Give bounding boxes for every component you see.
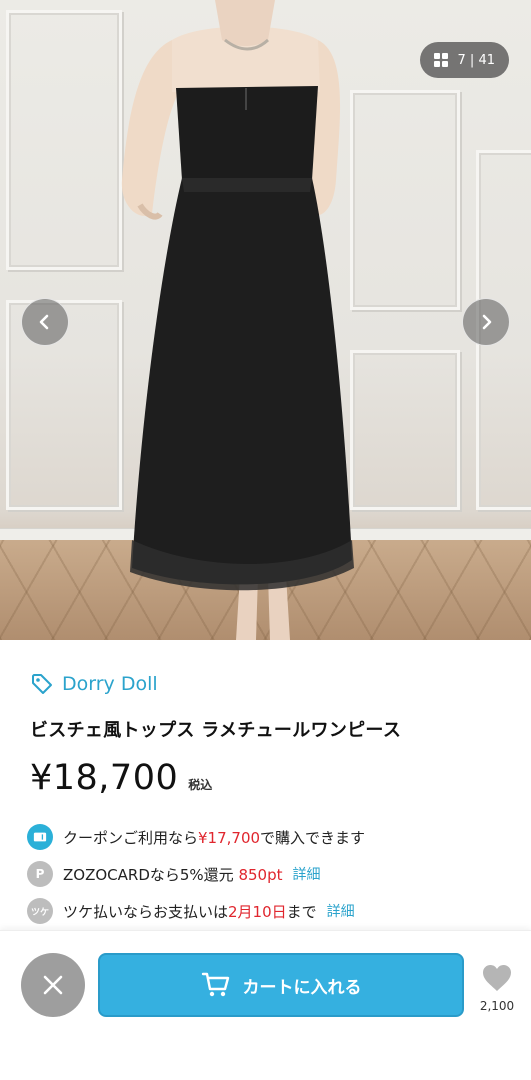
price-row: ¥18,700 税込 [30,758,212,798]
add-to-cart-label: カートに入れる [242,977,362,998]
coupon-benefit[interactable]: クーポンご利用なら¥17,700で購入できます [27,824,365,850]
zozocard-text: ZOZOCARDなら5%還元 850pt [63,865,283,884]
product-info: Dorry Doll ビスチェ風トップス ラメチュールワンピース ¥18,700… [0,640,531,930]
tag-icon [32,674,52,694]
close-icon [43,975,63,995]
image-counter-text: 7 | 41 [457,52,495,68]
close-button[interactable] [21,953,85,1017]
brand-name: Dorry Doll [62,673,158,695]
favorite-count: 2,100 [479,999,515,1013]
favorite-button[interactable]: 2,100 [475,963,519,1013]
chevron-left-icon [39,314,49,330]
points-icon: P [27,861,53,887]
bottom-action-bar: カートに入れる 2,100 [0,930,531,1080]
product-price: ¥18,700 [30,758,179,798]
chevron-right-icon [482,314,492,330]
image-counter[interactable]: 7 | 41 [419,42,509,78]
grid-icon [433,53,448,67]
previous-image-button[interactable] [21,298,69,346]
tsuke-icon: ツケ [27,898,53,924]
zozocard-detail-link[interactable]: 詳細 [292,864,320,884]
tsuke-benefit: ツケ ツケ払いならお支払いは2月10日まで 詳細 [27,898,355,924]
coupon-text: クーポンご利用なら¥17,700で購入できます [63,828,366,847]
brand-link[interactable]: Dorry Doll [30,672,158,696]
tax-label: 税込 [188,778,213,792]
zozocard-benefit: P ZOZOCARDなら5%還元 850pt 詳細 [27,861,320,887]
tsuke-text: ツケ払いならお支払いは2月10日まで [63,902,317,921]
product-title: ビスチェ風トップス ラメチュールワンピース [30,720,402,741]
coupon-icon [27,824,53,850]
next-image-button[interactable] [462,298,510,346]
tsuke-detail-link[interactable]: 詳細 [327,901,355,921]
add-to-cart-button[interactable]: カートに入れる [98,953,464,1017]
cart-icon [201,972,229,997]
heart-icon [483,965,511,991]
product-image-gallery[interactable]: 7 | 41 [0,0,531,640]
